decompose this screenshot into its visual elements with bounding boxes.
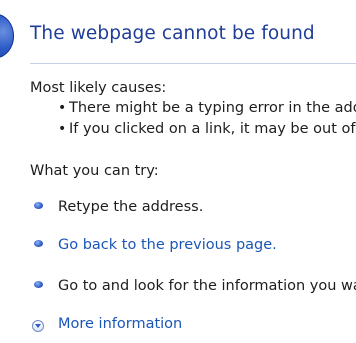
go-to-text: Go to and look for the information you w… <box>58 278 356 294</box>
page-title: The webpage cannot be found <box>30 23 315 44</box>
blue-bullet-icon <box>34 202 43 209</box>
cause-item: There might be a typing error in the add… <box>69 100 356 116</box>
bullet-dot-icon: • <box>58 100 67 116</box>
retype-address-text: Retype the address. <box>58 199 204 215</box>
cause-item: If you clicked on a link, it may be out … <box>69 121 356 137</box>
chevron-down-circle-icon[interactable] <box>32 320 44 332</box>
error-page: The webpage cannot be found Most likely … <box>0 0 356 343</box>
go-back-link[interactable]: Go back to the previous page. <box>58 237 277 253</box>
causes-heading: Most likely causes: <box>30 80 167 96</box>
title-divider <box>30 63 356 64</box>
blue-bullet-icon <box>34 240 43 247</box>
info-icon <box>0 14 14 58</box>
more-information-link[interactable]: More information <box>58 316 182 332</box>
blue-bullet-icon <box>34 281 43 288</box>
bullet-dot-icon: • <box>58 121 67 137</box>
try-heading: What you can try: <box>30 163 159 179</box>
